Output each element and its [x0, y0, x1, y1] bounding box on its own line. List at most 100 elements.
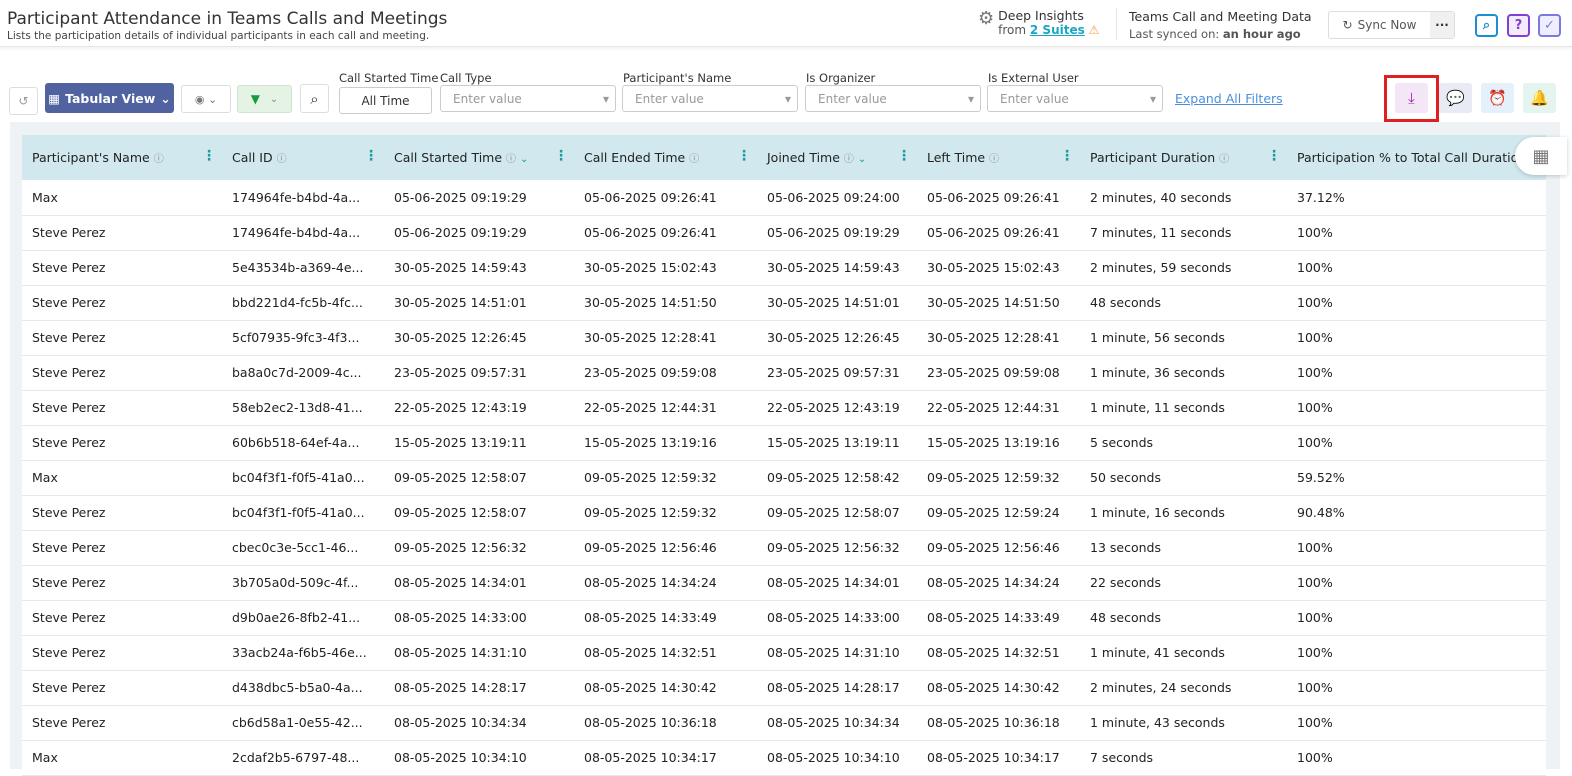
info-icon: ⓘ — [689, 154, 700, 165]
table-cell: 05-06-2025 09:19:29 — [384, 180, 574, 216]
table-row[interactable]: Steve Perez 5cf07935-9fc3-4f3... 30-05-202… — [22, 320, 1546, 356]
chat-icon[interactable]: 💬 — [1439, 83, 1472, 113]
is-external-user-filter[interactable]: Enter value ▾ — [987, 85, 1163, 112]
table-cell: d9b0ae26-8fb2-41... — [222, 600, 384, 636]
filter-label-call-started-time: Call Started Time — [339, 71, 439, 85]
page-title: Participant Attendance in Teams Calls an… — [7, 9, 448, 29]
help-icon[interactable]: ? — [1507, 14, 1530, 37]
table-cell: 08-05-2025 10:34:17 — [574, 740, 757, 776]
table-row[interactable]: Steve Perez cb6d58a1-0e55-42... 08-05-2025… — [22, 705, 1546, 741]
tabular-view-dropdown[interactable]: ▦ Tabular View ⌄ — [45, 83, 174, 113]
column-settings-icon[interactable]: ▦ — [1515, 137, 1567, 175]
table-row[interactable]: Max 2cdaf2b5-6797-48... 08-05-2025 10:34:1… — [22, 740, 1546, 776]
reset-icon[interactable]: ↺ — [9, 87, 38, 115]
table-cell: 30-05-2025 15:02:43 — [917, 250, 1080, 286]
table-row[interactable]: Max bc04f3f1-f0f5-41a0... 09-05-2025 12:58… — [22, 460, 1546, 496]
filter-label-call-type: Call Type — [440, 71, 492, 85]
is-organizer-filter[interactable]: Enter value ▾ — [805, 85, 981, 112]
dropdown-arrow-icon: ▾ — [784, 91, 791, 106]
table-cell: 59.52% — [1287, 460, 1546, 496]
column-label: Call Started Time — [394, 150, 503, 165]
table-row[interactable]: Steve Perez 3b705a0d-509c-4f... 08-05-2025… — [22, 565, 1546, 601]
table-cell: cb6d58a1-0e55-42... — [222, 705, 384, 741]
column-header[interactable]: Call ID ⓘ ⋮ — [222, 135, 384, 180]
table-cell: 08-05-2025 10:34:34 — [757, 705, 917, 741]
column-header[interactable]: Participant's Name ⓘ ⋮ — [22, 135, 222, 180]
table-cell: 15-05-2025 13:19:16 — [917, 425, 1080, 461]
table-cell: d438dbc5-b5a0-4a... — [222, 670, 384, 706]
table-cell: 7 minutes, 11 seconds — [1080, 215, 1287, 251]
column-menu-icon[interactable]: ⋮ — [1267, 148, 1281, 164]
insights-label: Deep Insights — [998, 8, 1084, 23]
dropdown-arrow-icon: ▾ — [602, 91, 609, 106]
table-row[interactable]: Steve Perez 58eb2ec2-13d8-41... 22-05-2025… — [22, 390, 1546, 426]
table-cell: 22 seconds — [1080, 565, 1287, 601]
table-row[interactable]: Steve Perez d9b0ae26-8fb2-41... 08-05-2025… — [22, 600, 1546, 636]
table-cell: 5 seconds — [1080, 425, 1287, 461]
table-row[interactable]: Steve Perez d438dbc5-b5a0-4a... 08-05-2025… — [22, 670, 1546, 706]
column-menu-icon[interactable]: ⋮ — [202, 148, 216, 164]
table-cell: 08-05-2025 14:32:51 — [917, 635, 1080, 671]
deep-insights: ⚙ Deep Insights from 2 Suites ⚠ — [978, 8, 1099, 37]
table-row[interactable]: Steve Perez 33acb24a-f6b5-46e... 08-05-202… — [22, 635, 1546, 671]
check-circle-icon[interactable]: ✓ — [1538, 14, 1561, 37]
bell-icon[interactable]: 🔔 — [1523, 83, 1556, 113]
table-cell: 100% — [1287, 320, 1546, 356]
table-cell: 08-05-2025 14:34:01 — [384, 565, 574, 601]
table-row[interactable]: Max 174964fe-b4bd-4a... 05-06-2025 09:19:2… — [22, 180, 1546, 216]
table-cell: 08-05-2025 14:33:00 — [384, 600, 574, 636]
table-cell: 05-06-2025 09:26:41 — [917, 215, 1080, 251]
alarm-clock-icon[interactable]: ⏰ — [1481, 83, 1514, 113]
table-cell: bc04f3f1-f0f5-41a0... — [222, 460, 384, 496]
column-menu-icon[interactable]: ⋮ — [737, 148, 751, 164]
table-cell: 30-05-2025 14:51:50 — [574, 285, 757, 321]
column-header[interactable]: Call Ended Time ⓘ ⋮ — [574, 135, 757, 180]
table-row[interactable]: Steve Perez 60b6b518-64ef-4a... 15-05-2025… — [22, 425, 1546, 461]
table-row[interactable]: Steve Perez bc04f3f1-f0f5-41a0... 09-05-20… — [22, 495, 1546, 531]
sync-now-button[interactable]: ↻ Sync Now — [1329, 12, 1430, 38]
table-row[interactable]: Steve Perez bbd221d4-fc5b-4fc... 30-05-202… — [22, 285, 1546, 321]
table-cell: 30-05-2025 14:51:01 — [757, 285, 917, 321]
table-cell: 30-05-2025 12:26:45 — [757, 320, 917, 356]
column-header[interactable]: Participant Duration ⓘ ⋮ — [1080, 135, 1287, 180]
table-cell: 08-05-2025 14:28:17 — [384, 670, 574, 706]
sort-icon[interactable]: ⌄ — [858, 154, 866, 165]
call-started-time-filter[interactable]: All Time — [339, 87, 432, 114]
suites-link[interactable]: 2 Suites — [1030, 23, 1085, 37]
sort-icon[interactable]: ⌄ — [520, 154, 528, 165]
download-icon[interactable]: ⤓ — [1395, 83, 1428, 113]
column-header[interactable]: Joined Time ⓘ ⌄ ⋮ — [757, 135, 917, 180]
table-cell: 2cdaf2b5-6797-48... — [222, 740, 384, 776]
column-header[interactable]: Participation % to Total Call Duration ⓘ — [1287, 135, 1546, 180]
table-row[interactable]: Steve Perez cbec0c3e-5cc1-46... 09-05-2025… — [22, 530, 1546, 566]
call-type-filter[interactable]: Enter value ▾ — [440, 85, 616, 112]
more-options-button[interactable]: ··· — [1430, 12, 1454, 38]
column-header[interactable]: Left Time ⓘ ⋮ — [917, 135, 1080, 180]
info-icon: ⓘ — [989, 154, 1000, 165]
table-row[interactable]: Steve Perez 174964fe-b4bd-4a... 05-06-2025… — [22, 215, 1546, 251]
expand-all-filters-link[interactable]: Expand All Filters — [1175, 91, 1283, 106]
table-cell: 09-05-2025 12:59:32 — [574, 460, 757, 496]
table-cell: 09-05-2025 12:56:46 — [574, 530, 757, 566]
table-cell: Steve Perez — [22, 425, 222, 461]
column-header[interactable]: Call Started Time ⓘ ⌄ ⋮ — [384, 135, 574, 180]
column-menu-icon[interactable]: ⋮ — [1060, 148, 1074, 164]
table-cell: Steve Perez — [22, 600, 222, 636]
search-icon[interactable]: ⌕ — [1475, 14, 1498, 37]
column-menu-icon[interactable]: ⋮ — [897, 148, 911, 164]
table-cell: Steve Perez — [22, 530, 222, 566]
visibility-dropdown[interactable]: ◉ ⌄ — [181, 85, 231, 113]
column-menu-icon[interactable]: ⋮ — [364, 148, 378, 164]
table-cell: 08-05-2025 14:33:49 — [574, 600, 757, 636]
table-row[interactable]: Steve Perez 5e43534b-a369-4e... 30-05-2025… — [22, 250, 1546, 286]
table-cell: 15-05-2025 13:19:16 — [574, 425, 757, 461]
filter-button[interactable]: ▼ ⌄ — [237, 85, 292, 113]
participant-name-filter[interactable]: Enter value ▾ — [622, 85, 798, 112]
chevron-down-icon: ⌄ — [160, 90, 171, 106]
table-row[interactable]: Steve Perez ba8a0c7d-2009-4c... 23-05-2025… — [22, 355, 1546, 391]
column-menu-icon[interactable]: ⋮ — [554, 148, 568, 164]
table-cell: Steve Perez — [22, 390, 222, 426]
sync-control: ↻ Sync Now ··· — [1328, 11, 1455, 39]
search-filter-icon[interactable]: ⌕ — [300, 84, 329, 113]
table-cell: 30-05-2025 12:26:45 — [384, 320, 574, 356]
